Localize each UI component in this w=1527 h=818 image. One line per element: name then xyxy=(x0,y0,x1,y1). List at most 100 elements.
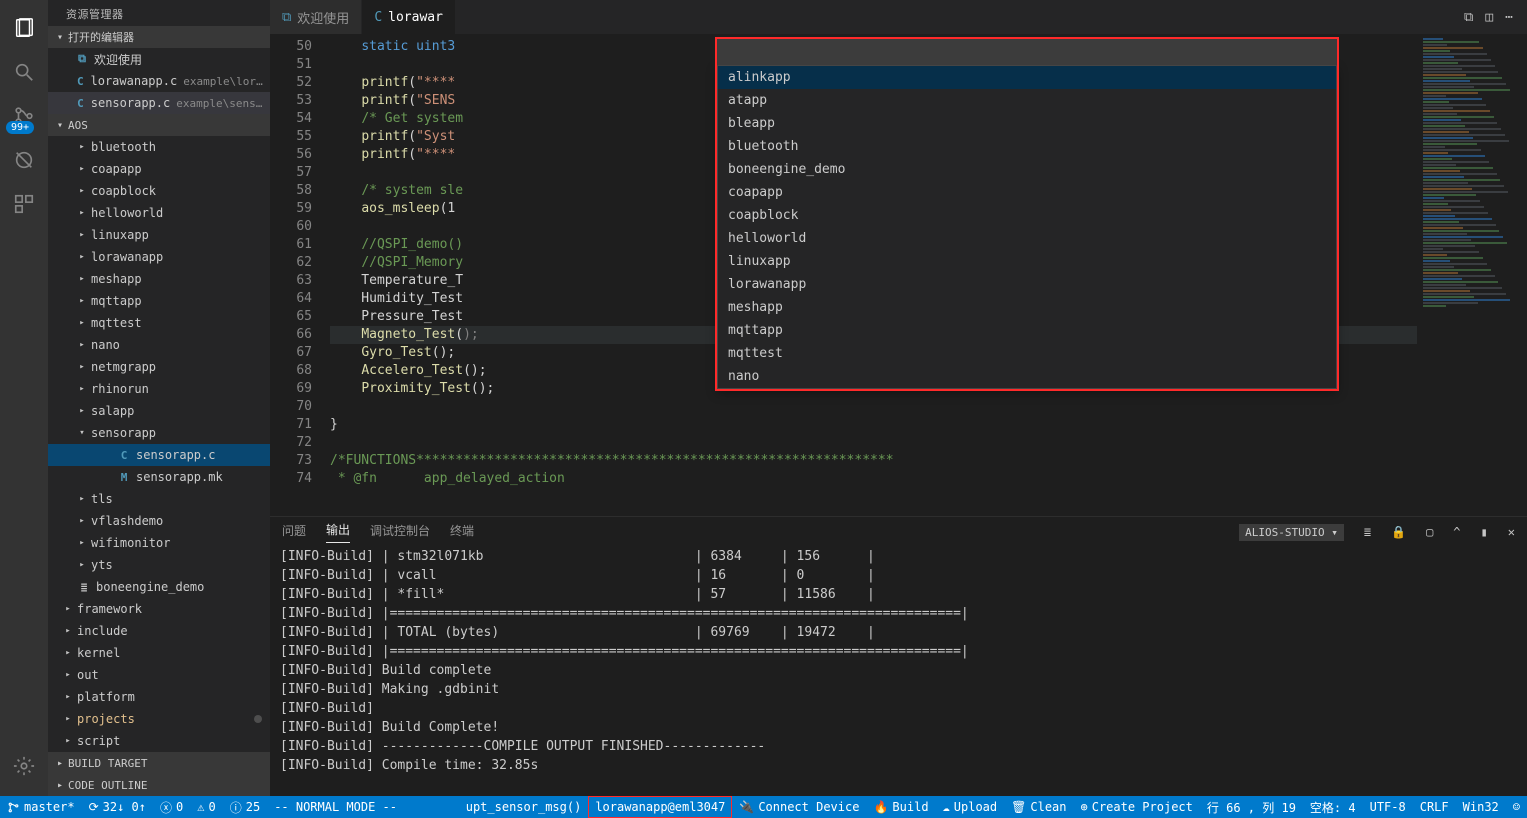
folder-tree-item[interactable]: ▸coapapp xyxy=(48,158,270,180)
sidebar-title: 资源管理器 xyxy=(48,0,270,26)
panel-tab-debug[interactable]: 调试控制台 xyxy=(370,522,430,543)
build-target-header[interactable]: ▸ BUILD TARGET xyxy=(48,752,270,774)
folder-tree-item[interactable]: ▸tls xyxy=(48,488,270,510)
folder-tree-item[interactable]: ▸include xyxy=(48,620,270,642)
open-editors-header[interactable]: ▾ 打开的编辑器 xyxy=(48,26,270,48)
encoding[interactable]: UTF-8 xyxy=(1363,796,1413,818)
compare-icon[interactable]: ⧉ xyxy=(1464,10,1473,25)
chevron-right-icon: ▸ xyxy=(76,252,88,262)
build-target[interactable]: lorawanapp@eml3047 xyxy=(588,796,732,818)
folder-tree-item[interactable]: ▸salapp xyxy=(48,400,270,422)
clean-action[interactable]: 🗑 Clean xyxy=(1004,796,1073,818)
folder-tree-item[interactable]: ▸script xyxy=(48,730,270,752)
search-icon[interactable] xyxy=(0,50,48,94)
minimap[interactable] xyxy=(1417,34,1527,516)
panel-tab-problems[interactable]: 问题 xyxy=(282,522,306,543)
open-editor-item[interactable]: Csensorapp.cexample\sensor... xyxy=(48,92,270,114)
folder-tree-item[interactable]: ▸meshapp xyxy=(48,268,270,290)
collapse-icon[interactable]: ▢ xyxy=(1426,525,1433,539)
folder-tree-item[interactable]: ▸linuxapp xyxy=(48,224,270,246)
eol[interactable]: CRLF xyxy=(1413,796,1456,818)
folder-tree-item[interactable]: ▸lorawanapp xyxy=(48,246,270,268)
palette-item[interactable]: atapp xyxy=(718,89,1336,112)
output-body[interactable]: [INFO-Build] | stm32l071kb | 6384 | 156 … xyxy=(270,547,1527,796)
info-count[interactable]: ⓘ 25 xyxy=(223,796,267,818)
palette-item[interactable]: coapapp xyxy=(718,181,1336,204)
palette-item[interactable]: meshapp xyxy=(718,296,1336,319)
folder-tree-item[interactable]: ▸yts xyxy=(48,554,270,576)
palette-item[interactable]: coapblock xyxy=(718,204,1336,227)
file-tree-item[interactable]: Msensorapp.mk xyxy=(48,466,270,488)
code-outline-header[interactable]: ▸ CODE OUTLINE xyxy=(48,774,270,796)
maximize-icon[interactable]: ▮ xyxy=(1481,525,1488,539)
create-project[interactable]: ⊕ Create Project xyxy=(1074,796,1200,818)
c-file-icon: C xyxy=(374,10,382,25)
project-header[interactable]: ▾ AOS xyxy=(48,114,270,136)
chevron-right-icon: ▸ xyxy=(62,604,74,614)
folder-tree-item[interactable]: ▸wifimonitor xyxy=(48,532,270,554)
chevron-right-icon: ▸ xyxy=(76,560,88,570)
open-editor-item[interactable]: Clorawanapp.cexample\loraw... xyxy=(48,70,270,92)
editor[interactable]: 5051525354555657585960616263646566676869… xyxy=(270,34,1527,516)
filter-icon[interactable]: ≣ xyxy=(1364,525,1371,539)
extensions-icon[interactable] xyxy=(0,182,48,226)
palette-item[interactable]: linuxapp xyxy=(718,250,1336,273)
folder-tree-item[interactable]: ▸out xyxy=(48,664,270,686)
panel-tab-output[interactable]: 输出 xyxy=(326,521,350,543)
debug-icon[interactable] xyxy=(0,138,48,182)
explorer-icon[interactable] xyxy=(0,6,48,50)
palette-item[interactable]: alinkapp xyxy=(718,66,1336,89)
folder-tree-item[interactable]: ▸rhinorun xyxy=(48,378,270,400)
cursor-position[interactable]: 行 66 , 列 19 xyxy=(1200,796,1303,818)
git-sync[interactable]: ⟳32↓ 0↑ xyxy=(82,796,153,818)
folder-tree-item[interactable]: ▸bluetooth xyxy=(48,136,270,158)
palette-item[interactable]: bleapp xyxy=(718,112,1336,135)
git-branch[interactable]: master* xyxy=(0,796,82,818)
folder-tree-item[interactable]: ▸coapblock xyxy=(48,180,270,202)
indent-type[interactable]: 空格: 4 xyxy=(1303,796,1363,818)
folder-tree-item[interactable]: ▸nano xyxy=(48,334,270,356)
palette-item[interactable]: bluetooth xyxy=(718,135,1336,158)
palette-item[interactable]: nano xyxy=(718,365,1336,388)
editor-tab[interactable]: Clorawar xyxy=(362,0,456,34)
split-editor-icon[interactable]: ◫ xyxy=(1485,10,1493,25)
warnings-count[interactable]: ⚠ 0 xyxy=(190,796,222,818)
folder-tree-item[interactable]: ▸mqttapp xyxy=(48,290,270,312)
more-icon[interactable]: ⋯ xyxy=(1505,10,1513,25)
settings-gear-icon[interactable] xyxy=(0,744,48,788)
palette-item[interactable]: mqttapp xyxy=(718,319,1336,342)
folder-tree-item[interactable]: ▸netmgrapp xyxy=(48,356,270,378)
folder-tree-item[interactable]: ▸projects xyxy=(48,708,270,730)
chevron-down-icon: ▾ xyxy=(54,120,66,131)
palette-item[interactable]: lorawanapp xyxy=(718,273,1336,296)
language-mode[interactable]: Win32 xyxy=(1456,796,1506,818)
folder-tree-item[interactable]: ▸vflashdemo xyxy=(48,510,270,532)
palette-item[interactable]: mqttest xyxy=(718,342,1336,365)
close-icon[interactable]: ✕ xyxy=(1508,525,1515,539)
open-editor-item[interactable]: ⧉欢迎使用 xyxy=(48,48,270,70)
build-action[interactable]: 🔥 Build xyxy=(866,796,935,818)
file-tree-item[interactable]: Csensorapp.c xyxy=(48,444,270,466)
folder-tree-item[interactable]: ≣boneengine_demo xyxy=(48,576,270,598)
chevron-up-icon[interactable]: ^ xyxy=(1453,525,1460,539)
palette-item[interactable]: helloworld xyxy=(718,227,1336,250)
bottom-panel: 问题 输出 调试控制台 终端 ALIOS-STUDIO ▾ ≣ 🔒 ▢ ^ ▮ … xyxy=(270,516,1527,796)
folder-tree-item[interactable]: ▾sensorapp xyxy=(48,422,270,444)
folder-tree-item[interactable]: ▸helloworld xyxy=(48,202,270,224)
editor-tab[interactable]: ⧉欢迎使用 xyxy=(270,0,362,34)
palette-input[interactable] xyxy=(717,39,1337,65)
folder-tree-item[interactable]: ▸platform xyxy=(48,686,270,708)
errors-count[interactable]: ⓧ 0 xyxy=(153,796,190,818)
upload-action[interactable]: ☁ Upload xyxy=(936,796,1005,818)
output-channel-select[interactable]: ALIOS-STUDIO ▾ xyxy=(1239,524,1344,541)
feedback-icon[interactable]: ☺ xyxy=(1506,796,1527,818)
connect-device[interactable]: 🔌 Connect Device xyxy=(732,796,866,818)
folder-tree-item[interactable]: ▸mqttest xyxy=(48,312,270,334)
folder-tree-item[interactable]: ▸framework xyxy=(48,598,270,620)
clear-icon[interactable]: 🔒 xyxy=(1391,525,1406,539)
current-function[interactable]: upt_sensor_msg() xyxy=(459,796,589,818)
panel-tab-terminal[interactable]: 终端 xyxy=(450,522,474,543)
folder-tree-item[interactable]: ▸kernel xyxy=(48,642,270,664)
palette-item[interactable]: boneengine_demo xyxy=(718,158,1336,181)
source-control-icon[interactable]: 99+ xyxy=(0,94,48,138)
